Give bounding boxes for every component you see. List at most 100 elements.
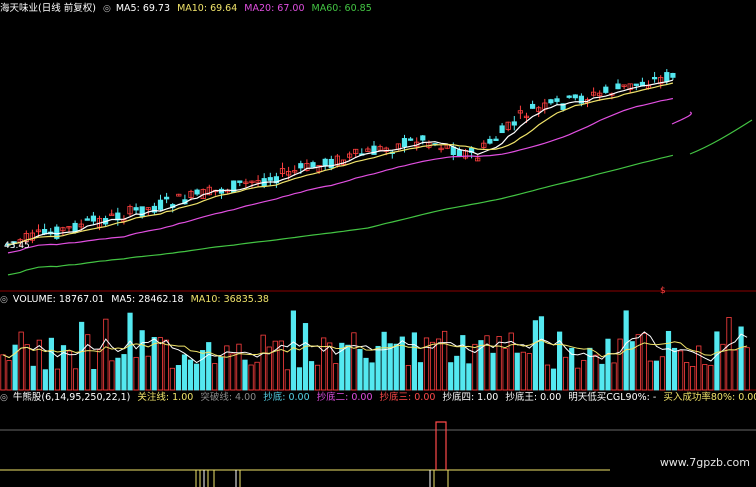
volume-bar <box>54 368 61 391</box>
volume-bar <box>296 367 303 391</box>
volume-bar <box>587 347 593 391</box>
volume-bar <box>544 364 551 391</box>
candle-body <box>554 98 560 102</box>
bottom-buy-3-label: 抄底三: 0.00 <box>379 392 436 403</box>
volume-bar <box>91 369 97 391</box>
volume-bar <box>169 367 175 391</box>
volume-bar <box>593 354 599 391</box>
volume-bar <box>97 349 103 391</box>
volume-bar <box>85 334 91 391</box>
volume-bar <box>278 340 284 391</box>
volume-bar <box>538 316 545 391</box>
success-rate-label: 买入成功率80%: 0.00 <box>663 392 756 403</box>
candle-body <box>84 218 90 221</box>
volume-bar <box>79 321 85 391</box>
candle-body <box>401 138 408 148</box>
focus-line-label: 关注线: 1.00 <box>137 392 194 403</box>
ma60-line-ext <box>689 119 753 155</box>
candle-body <box>163 196 170 200</box>
volume-bar <box>635 334 641 391</box>
volume-bar <box>109 360 115 391</box>
volume-bar <box>526 353 532 391</box>
volume-bar <box>466 363 472 391</box>
volume-bar <box>175 365 182 391</box>
candle-body <box>298 163 304 169</box>
volume-bar <box>333 363 339 391</box>
volume-bar <box>302 323 309 391</box>
volume-bar <box>36 339 42 391</box>
volume-bar <box>103 318 109 391</box>
volume-bar <box>260 334 266 391</box>
volume-bar <box>448 362 454 391</box>
volume-bar <box>345 344 351 391</box>
volume-bar <box>575 367 581 391</box>
volume-bar <box>290 310 297 391</box>
volume-bar <box>284 369 290 391</box>
ma20-line <box>7 97 674 254</box>
volume-bar <box>411 332 418 391</box>
volume-bar <box>42 369 48 391</box>
volume-bar <box>163 339 169 391</box>
volume-bar <box>181 354 188 391</box>
volume-bar <box>690 366 696 391</box>
volume-bar <box>145 355 151 391</box>
candle-body <box>572 94 578 99</box>
volume-bar <box>363 357 369 391</box>
volume-bar <box>314 364 321 391</box>
volume-bar <box>641 332 647 391</box>
volume-bar <box>532 320 539 391</box>
volume-bar <box>496 336 502 391</box>
candle-body <box>615 83 621 90</box>
volume-bar <box>647 360 653 391</box>
vol-ma5-label: MA5: 28462.18 <box>111 294 184 305</box>
volume-bar <box>200 350 206 391</box>
volume-bar <box>308 361 315 391</box>
volume-bar <box>18 331 24 391</box>
volume-bar <box>24 344 30 391</box>
volume-bar <box>702 364 708 391</box>
vol-ma10-line <box>2 339 748 359</box>
volume-bar <box>514 352 520 391</box>
volume-bar <box>490 352 496 391</box>
volume-bar <box>248 364 254 391</box>
volume-bar <box>157 337 163 391</box>
volume-bar <box>387 343 393 391</box>
candle-body <box>664 72 670 82</box>
candlestick-chart[interactable] <box>0 14 756 292</box>
signal-chart[interactable] <box>0 404 756 487</box>
volume-bar <box>665 330 672 391</box>
signal-panel-header: ◎ 牛熊股(6,14,95,250,22,1) 关注线: 1.00 突破线: 4… <box>0 391 756 404</box>
volume-bar <box>73 368 79 391</box>
volume-bar <box>254 361 260 391</box>
volume-chart[interactable] <box>0 306 756 391</box>
volume-bar <box>502 348 508 391</box>
volume-bar <box>429 341 436 391</box>
vol-ma10-label: MA10: 36835.38 <box>190 294 269 305</box>
volume-bar <box>357 348 363 391</box>
ma60-line <box>7 154 674 276</box>
volume-bar <box>405 365 411 391</box>
volume-bar <box>212 363 218 391</box>
volume-bar <box>678 350 684 391</box>
volume-bar <box>417 362 424 391</box>
marker-sign: $ <box>660 286 666 296</box>
volume-bar <box>454 355 460 391</box>
candle-body <box>652 77 658 80</box>
candle-body <box>548 99 554 104</box>
volume-bar <box>369 362 375 391</box>
volume-bar <box>381 331 387 391</box>
volume-bar <box>684 362 690 391</box>
candle-body <box>237 180 243 183</box>
volume-bar <box>230 353 236 391</box>
volume-bar <box>351 332 357 391</box>
watermark: www.7gpzb.com <box>659 456 750 469</box>
volume-panel-header: ◎ VOLUME: 18767.01 MA5: 28462.18 MA10: 3… <box>0 293 273 306</box>
volume-bar <box>206 342 212 391</box>
volume-bar <box>732 349 738 391</box>
volume-bar <box>327 342 333 391</box>
volume-bar <box>442 330 448 391</box>
volume-bar <box>611 362 617 391</box>
volume-bar <box>218 356 224 391</box>
candle-body <box>328 158 334 169</box>
candle-body <box>267 177 273 181</box>
